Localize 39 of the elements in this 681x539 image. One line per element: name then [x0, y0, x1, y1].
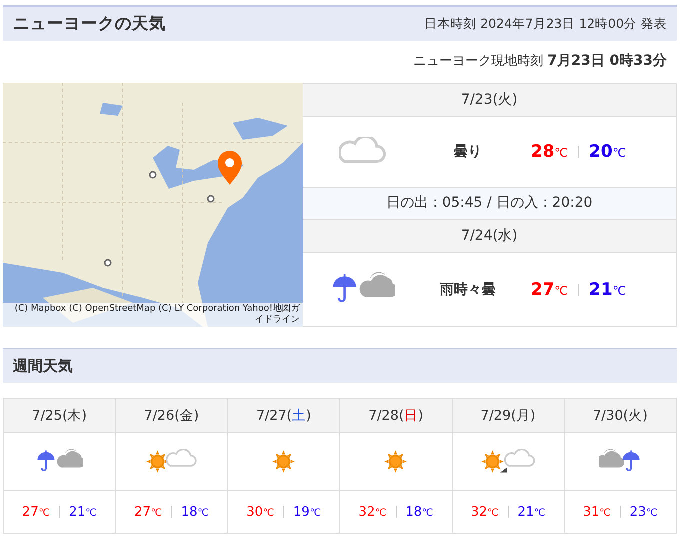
low-temp: 18℃ — [406, 504, 434, 520]
cloud-icon — [339, 137, 387, 166]
day-header: 7/27(土) — [256, 406, 312, 424]
day-header: 7/30(火) — [592, 406, 648, 424]
page-title: ニューヨークの天気 — [13, 13, 166, 35]
high-temp: 32℃ — [358, 504, 387, 520]
date-header: 7/24(水) — [303, 220, 676, 254]
day-header: 7/26(金) — [144, 406, 200, 424]
umbrella-cloud-icon — [36, 448, 84, 474]
local-time: ニューヨーク現地時刻 7月23日 0時33分 — [412, 52, 668, 71]
low-temp: 20℃ — [589, 142, 626, 162]
low-temp: 21℃ — [589, 280, 626, 300]
sun-arrow-cloud-icon — [480, 448, 536, 474]
high-temp: 28℃ — [531, 142, 568, 162]
high-temp: 27℃ — [22, 504, 50, 520]
low-temp: 23℃ — [630, 504, 658, 520]
weather-label: 雨時々曇 — [439, 280, 497, 299]
low-temp: 19℃ — [293, 504, 322, 520]
issued-time: 日本時刻 2024年7月23日 12時00分 発表 — [424, 16, 667, 32]
sun-icon — [383, 448, 409, 474]
sun-icon — [271, 448, 297, 474]
low-temp: 21℃ — [69, 504, 97, 520]
cloud-umbrella-icon — [599, 448, 642, 474]
map-attribution: (C) Mapbox (C) OpenStreetMap (C) LY Corporation Yahoo!地図ガイドライン — [3, 303, 303, 327]
high-temp: 32℃ — [470, 504, 499, 520]
high-temp: 27℃ — [134, 504, 162, 520]
high-temp: 27℃ — [531, 280, 568, 300]
sun-cloud-icon — [145, 448, 198, 474]
weather-label: 曇り — [453, 142, 483, 161]
low-temp: 18℃ — [181, 504, 210, 520]
high-temp: 31℃ — [583, 504, 611, 520]
date-header: 7/23(火) — [303, 84, 676, 117]
low-temp: 21℃ — [518, 504, 546, 520]
day-header: 7/25(木) — [32, 406, 88, 424]
high-temp: 30℃ — [246, 504, 274, 520]
day-header: 7/28(日) — [368, 406, 424, 424]
section-title: 週間天気 — [13, 356, 73, 376]
sunrise-sunset: 日の出：05:45 / 日の入：20:20 — [303, 188, 676, 220]
day-header: 7/29(月) — [480, 406, 536, 424]
